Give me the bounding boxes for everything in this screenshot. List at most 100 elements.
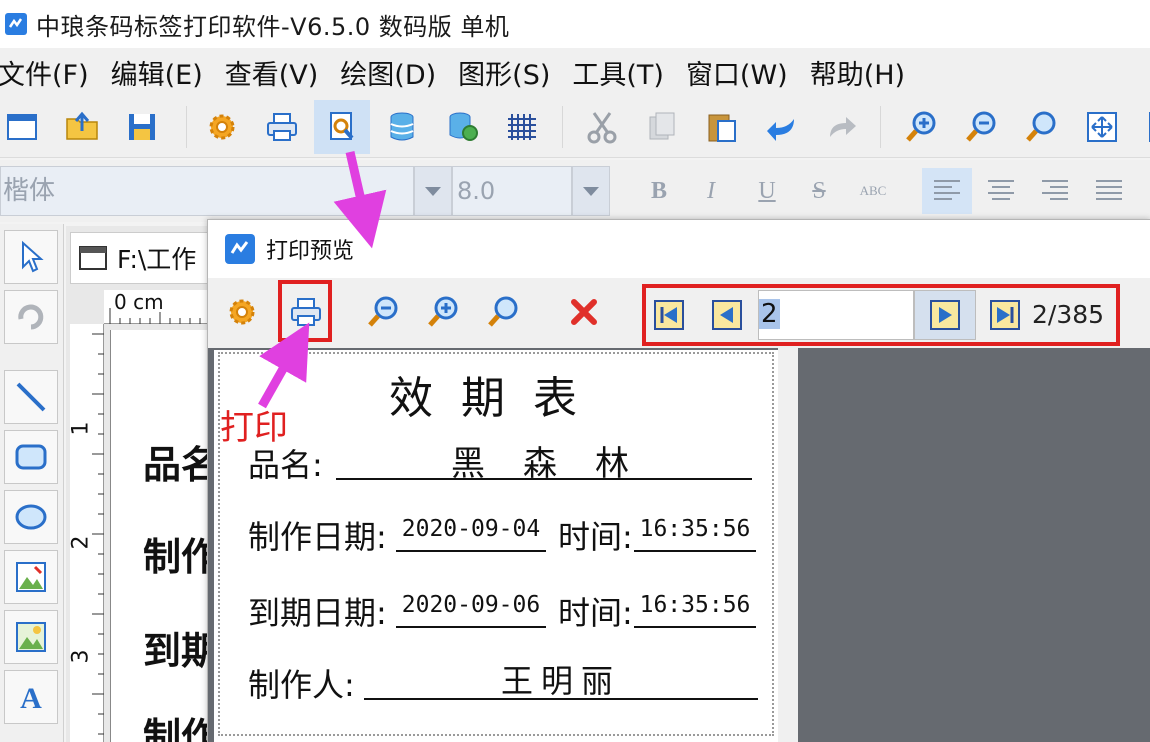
first-page-button[interactable] [648, 294, 690, 336]
print-preview-button[interactable] [314, 100, 370, 154]
previous-page-icon [712, 300, 742, 330]
database-button[interactable] [374, 100, 430, 154]
ellipse-tool-button[interactable] [4, 490, 58, 544]
title-bar: 中琅条码标签打印软件-V6.5.0 数码版 单机 [0, 0, 1150, 48]
app-logo-icon [5, 13, 27, 35]
italic-button[interactable]: I [686, 168, 736, 214]
document-tab[interactable]: F:\工作 [70, 232, 216, 284]
paste-button[interactable] [694, 100, 750, 154]
next-page-button[interactable] [924, 294, 966, 336]
rotate-icon [18, 304, 44, 330]
label-name-value: 黑森林 [336, 436, 752, 484]
label-expire-time-value: 16:35:56 [634, 592, 756, 628]
document-tab-title: F:\工作 [117, 245, 197, 274]
text-tool-button[interactable]: A [4, 670, 58, 724]
menu-tools[interactable]: 工具(T) [572, 53, 664, 92]
close-icon [571, 299, 597, 325]
fit-page-button[interactable] [1074, 100, 1130, 154]
last-page-button[interactable] [984, 294, 1026, 336]
align-right-icon [1042, 180, 1068, 200]
zoom-out-button[interactable] [954, 100, 1010, 154]
strikethrough-button[interactable]: S [794, 168, 844, 214]
database-settings-button[interactable] [434, 100, 490, 154]
label-made-time-value: 16:35:56 [634, 516, 756, 552]
preview-page: 效期表 品名: 黑森林 制作日期: 2020-09-04 时间: 16:35:5… [214, 350, 778, 742]
preview-zoom-button[interactable] [478, 286, 530, 338]
new-window-button[interactable] [0, 100, 50, 154]
undo-button[interactable] [754, 100, 810, 154]
font-name-dropdown-icon[interactable] [414, 166, 452, 216]
zoom-icon [488, 296, 518, 327]
align-justify-button[interactable] [1084, 168, 1134, 214]
menu-file[interactable]: 文件(F) [0, 53, 89, 92]
select-tool-button[interactable] [4, 230, 58, 284]
label-maker-caption: 制作人: [248, 666, 355, 704]
menu-window[interactable]: 窗口(W) [686, 53, 788, 92]
format-toolbar: 楷体 8.0 B I U S ABC [0, 160, 1150, 222]
next-page-icon [930, 300, 960, 330]
menu-shape[interactable]: 图形(S) [458, 53, 550, 92]
char-spacing-button[interactable]: ABC [848, 168, 898, 214]
preview-area[interactable]: 效期表 品名: 黑森林 制作日期: 2020-09-04 时间: 16:35:5… [208, 348, 1150, 742]
menu-edit[interactable]: 编辑(E) [111, 53, 203, 92]
new-window-icon [7, 114, 37, 140]
preview-settings-button[interactable] [216, 286, 268, 338]
align-left-button[interactable] [922, 168, 972, 214]
database-settings-icon [449, 112, 478, 141]
rotate-tool-button[interactable] [4, 290, 58, 344]
zoom-in-icon [906, 111, 936, 142]
database-icon [390, 112, 414, 141]
drawing-tools-panel: A [0, 224, 64, 742]
menu-draw[interactable]: 绘图(D) [340, 53, 436, 92]
zoom-in-button[interactable] [894, 100, 950, 154]
grid-button[interactable] [494, 100, 550, 154]
image-tool-button[interactable] [4, 550, 58, 604]
font-size-select[interactable]: 8.0 [452, 166, 572, 216]
previous-page-button[interactable] [706, 294, 748, 336]
preview-zoom-out-button[interactable] [358, 286, 410, 338]
copy-icon [649, 112, 675, 140]
more-toolbar-button[interactable] [1130, 100, 1150, 154]
font-size-dropdown-icon[interactable] [572, 166, 610, 216]
align-right-button[interactable] [1030, 168, 1080, 214]
redo-button[interactable] [814, 100, 870, 154]
page-icon [1149, 112, 1150, 142]
settings-button[interactable] [194, 100, 250, 154]
window-title: 中琅条码标签打印软件-V6.5.0 数码版 单机 [36, 12, 510, 41]
line-tool-button[interactable] [4, 370, 58, 424]
design-canvas[interactable]: 品名 制作 到期 制作 [110, 330, 219, 742]
zoom-button[interactable] [1014, 100, 1070, 154]
print-button[interactable] [254, 100, 310, 154]
horizontal-ruler: 0 cm [104, 290, 216, 324]
rectangle-tool-button[interactable] [4, 430, 58, 484]
copy-button[interactable] [634, 100, 690, 154]
save-button[interactable] [114, 100, 170, 154]
label-expire-date-value: 2020-09-06 [396, 592, 546, 628]
underline-button[interactable]: U [742, 168, 792, 214]
print-preview-dialog: 打印预览 2 2/385 效期表 品名: 黑森林 制作日期: 2020-09-0… [207, 219, 1150, 742]
grid-icon [508, 114, 536, 140]
cut-icon [587, 112, 617, 144]
ruler-mark-3: 3 [68, 649, 94, 664]
main-toolbar [0, 96, 1150, 158]
zoom-in-icon [428, 296, 458, 327]
app-logo-icon [225, 234, 255, 264]
font-name-select[interactable]: 楷体 [0, 166, 414, 216]
menu-view[interactable]: 查看(V) [225, 53, 319, 92]
bold-button[interactable]: B [634, 168, 684, 214]
page-number-input[interactable]: 2 [758, 290, 914, 340]
print-annotation-label: 打印 [220, 408, 288, 448]
preview-zoom-in-button[interactable] [418, 286, 470, 338]
page-count: 2/385 [1032, 300, 1105, 329]
align-left-icon [934, 180, 960, 200]
open-button[interactable] [54, 100, 110, 154]
align-center-button[interactable] [976, 168, 1026, 214]
preview-close-button[interactable] [558, 286, 610, 338]
cut-button[interactable] [574, 100, 630, 154]
zoom-out-icon [966, 111, 996, 142]
label-expire-time-caption: 时间: [558, 594, 633, 632]
menu-help[interactable]: 帮助(H) [810, 53, 905, 92]
image-edit-icon [16, 562, 46, 592]
page-navigation-group: 2 2/385 [642, 284, 1120, 346]
picture-tool-button[interactable] [4, 610, 58, 664]
